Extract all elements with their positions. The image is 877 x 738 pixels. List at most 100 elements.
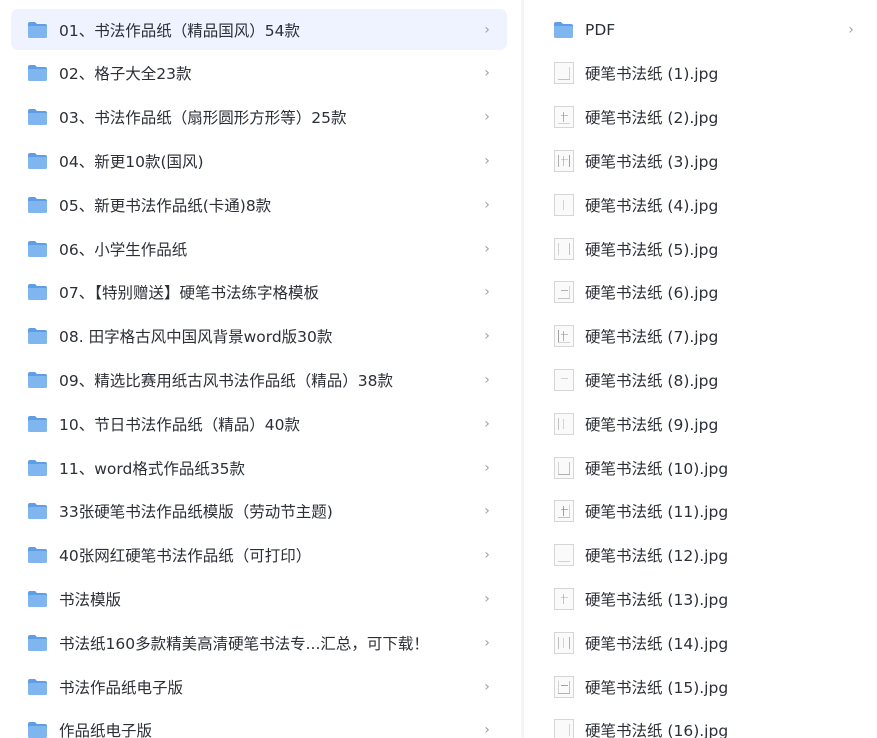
file-row[interactable]: 硬笔书法纸 (7).jpg — [535, 316, 877, 357]
folder-row[interactable]: 10、节日书法作品纸（精品）40款 › — [11, 403, 507, 444]
folder-name: 04、新更10款(国风) — [59, 152, 204, 171]
folder-icon — [27, 282, 48, 302]
chevron-right-icon: › — [484, 109, 490, 126]
folder-row[interactable]: 书法模版 › — [11, 578, 507, 619]
image-thumbnail — [553, 719, 574, 738]
folder-icon — [27, 370, 48, 390]
file-row[interactable]: 硬笔书法纸 (2).jpg — [535, 97, 877, 138]
file-row[interactable]: 硬笔书法纸 (3).jpg — [535, 140, 877, 181]
image-file-icon — [553, 544, 574, 567]
folder-icon — [553, 20, 574, 40]
chevron-right-icon: › — [484, 284, 490, 301]
image-thumbnail — [553, 62, 574, 85]
image-thumbnail — [553, 237, 574, 260]
folder-icon — [27, 20, 48, 40]
folder-row[interactable]: 01、书法作品纸（精品国风）54款 › — [11, 9, 507, 50]
folder-name: 07、【特别赠送】硬笔书法练字格模板 — [59, 284, 319, 303]
file-row[interactable]: 硬笔书法纸 (14).jpg — [535, 622, 877, 663]
chevron-right-icon: › — [484, 415, 490, 432]
image-thumbnail — [553, 193, 574, 216]
folder-name: 05、新更书法作品纸(卡通)8款 — [59, 196, 272, 215]
file-row[interactable]: 硬笔书法纸 (5).jpg — [535, 228, 877, 269]
folder-row[interactable]: 04、新更10款(国风) › — [11, 140, 507, 181]
folder-row[interactable]: 书法作品纸电子版 › — [11, 666, 507, 707]
folder-row[interactable]: 作品纸电子版 › — [11, 710, 507, 738]
folder-icon — [27, 677, 48, 697]
chevron-right-icon: › — [484, 21, 490, 38]
file-row[interactable]: 硬笔书法纸 (11).jpg — [535, 491, 877, 532]
folder-row[interactable]: 33张硬笔书法作品纸模版（劳动节主题) › — [11, 491, 507, 532]
image-thumbnail — [553, 412, 574, 435]
folder-row[interactable]: 书法纸160多款精美高清硬笔书法专...汇总，可下载！ › — [11, 622, 507, 663]
folder-row[interactable]: 03、书法作品纸（扇形圆形方形等）25款 › — [11, 97, 507, 138]
image-thumbnail — [553, 544, 574, 567]
file-row[interactable]: 硬笔书法纸 (8).jpg — [535, 359, 877, 400]
file-row[interactable]: 硬笔书法纸 (6).jpg — [535, 272, 877, 313]
folder-name: 06、小学生作品纸 — [59, 240, 188, 259]
file-row[interactable]: 硬笔书法纸 (12).jpg — [535, 535, 877, 576]
file-name: 硬笔书法纸 (14).jpg — [585, 634, 729, 653]
file-name: 硬笔书法纸 (2).jpg — [585, 109, 719, 128]
image-file-icon — [553, 631, 574, 654]
image-file-icon — [553, 412, 574, 435]
file-name: 硬笔书法纸 (5).jpg — [585, 240, 719, 259]
file-name: 硬笔书法纸 (10).jpg — [585, 459, 729, 478]
chevron-right-icon: › — [484, 240, 490, 257]
folder-row[interactable]: 09、精选比赛用纸古风书法作品纸（精品）38款 › — [11, 359, 507, 400]
folder-name: 03、书法作品纸（扇形圆形方形等）25款 — [59, 109, 347, 128]
folder-name: 10、节日书法作品纸（精品）40款 — [59, 415, 300, 434]
image-file-icon — [553, 325, 574, 348]
file-row[interactable]: 硬笔书法纸 (13).jpg — [535, 578, 877, 619]
file-row[interactable]: 硬笔书法纸 (4).jpg — [535, 184, 877, 225]
chevron-right-icon: › — [484, 196, 490, 213]
folder-row[interactable]: 07、【特别赠送】硬笔书法练字格模板 › — [11, 272, 507, 313]
file-name: 硬笔书法纸 (6).jpg — [585, 284, 719, 303]
file-row[interactable]: 硬笔书法纸 (15).jpg — [535, 666, 877, 707]
file-name: 硬笔书法纸 (8).jpg — [585, 371, 719, 390]
chevron-right-icon: › — [484, 65, 490, 82]
image-thumbnail — [553, 631, 574, 654]
folder-row[interactable]: PDF › — [535, 9, 877, 50]
folder-row[interactable]: 05、新更书法作品纸(卡通)8款 › — [11, 184, 507, 225]
image-thumbnail — [553, 587, 574, 610]
chevron-right-icon: › — [484, 328, 490, 345]
chevron-right-icon: › — [484, 503, 490, 520]
folder-name: 40张网红硬笔书法作品纸（可打印） — [59, 547, 312, 566]
folder-row[interactable]: 08. 田字格古风中国风背景word版30款 › — [11, 316, 507, 357]
folder-name: 08. 田字格古风中国风背景word版30款 — [59, 328, 333, 347]
folder-name: 11、word格式作品纸35款 — [59, 459, 246, 478]
file-row[interactable]: 硬笔书法纸 (16).jpg — [535, 710, 877, 738]
file-row[interactable]: 硬笔书法纸 (1).jpg — [535, 53, 877, 94]
image-thumbnail — [553, 368, 574, 391]
file-name: 硬笔书法纸 (7).jpg — [585, 328, 719, 347]
folder-row[interactable]: 40张网红硬笔书法作品纸（可打印） › — [11, 535, 507, 576]
folder-icon — [27, 458, 48, 478]
image-thumbnail — [553, 456, 574, 479]
file-name: 硬笔书法纸 (4).jpg — [585, 196, 719, 215]
folder-name: 33张硬笔书法作品纸模版（劳动节主题) — [59, 503, 333, 522]
folder-name: 作品纸电子版 — [59, 722, 153, 738]
folder-name: 09、精选比赛用纸古风书法作品纸（精品）38款 — [59, 371, 393, 390]
folder-name: 书法纸160多款精美高清硬笔书法专...汇总，可下载！ — [59, 634, 429, 653]
folder-icon — [27, 239, 48, 259]
folder-row[interactable]: 11、word格式作品纸35款 › — [11, 447, 507, 488]
folder-row[interactable]: 06、小学生作品纸 › — [11, 228, 507, 269]
folder-name: 01、书法作品纸（精品国风）54款 — [59, 21, 300, 40]
chevron-right-icon: › — [484, 634, 490, 651]
folder-name: 书法作品纸电子版 — [59, 678, 184, 697]
image-thumbnail — [553, 281, 574, 304]
file-row[interactable]: 硬笔书法纸 (9).jpg — [535, 403, 877, 444]
image-file-icon — [553, 368, 574, 391]
folder-icon — [27, 195, 48, 215]
file-name: 硬笔书法纸 (11).jpg — [585, 503, 729, 522]
file-name: 硬笔书法纸 (15).jpg — [585, 678, 729, 697]
folder-name: PDF — [585, 20, 616, 39]
folder-row[interactable]: 02、格子大全23款 › — [11, 53, 507, 94]
chevron-right-icon: › — [484, 152, 490, 169]
folder-name: 书法模版 — [59, 590, 122, 609]
file-row[interactable]: 硬笔书法纸 (10).jpg — [535, 447, 877, 488]
file-name: 硬笔书法纸 (12).jpg — [585, 547, 729, 566]
image-file-icon — [553, 237, 574, 260]
folder-icon — [27, 501, 48, 521]
file-name: 硬笔书法纸 (13).jpg — [585, 590, 729, 609]
